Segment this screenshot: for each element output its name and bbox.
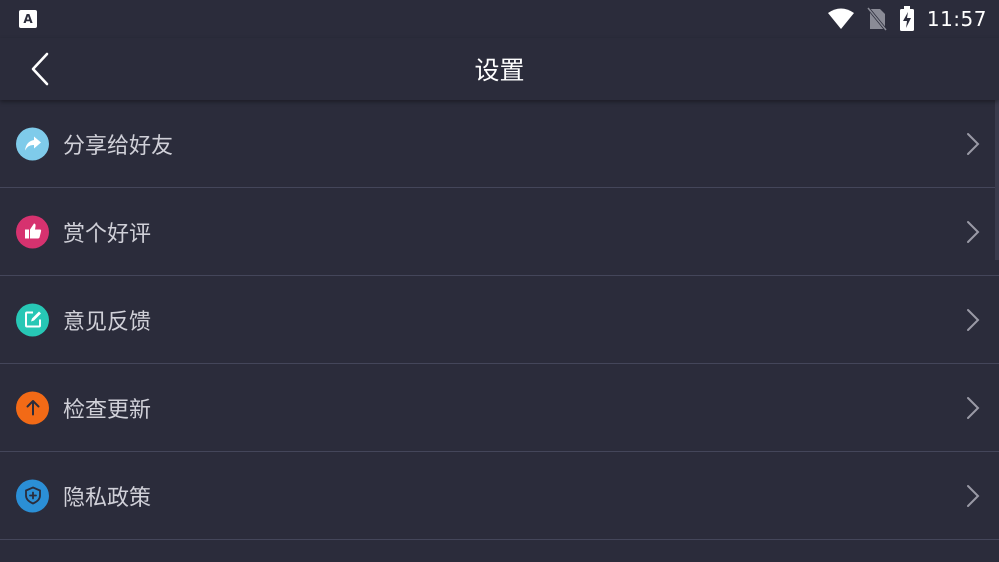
chevron-right-icon	[967, 484, 980, 507]
battery-charging-icon	[899, 6, 914, 31]
settings-item-share[interactable]: 分享给好友	[0, 100, 999, 188]
scrollbar[interactable]	[995, 100, 999, 260]
status-time: 11:57	[926, 7, 987, 31]
settings-item-rate[interactable]: 赏个好评	[0, 188, 999, 276]
chevron-right-icon	[967, 308, 980, 331]
no-sim-icon	[866, 7, 887, 31]
chevron-right-icon	[967, 132, 980, 155]
settings-item-label: 意见反馈	[63, 309, 152, 335]
settings-item-label: 分享给好友	[63, 133, 174, 159]
settings-item-privacy-policy[interactable]: 隐私政策	[0, 452, 999, 540]
share-icon	[16, 127, 49, 160]
settings-item-label: 赏个好评	[63, 221, 152, 247]
app-header: 设置	[0, 38, 999, 100]
chevron-right-icon	[967, 396, 980, 419]
settings-list: 分享给好友 赏个好评 意见反馈 检查更新 隐私政策	[0, 100, 999, 540]
wifi-icon	[827, 8, 854, 29]
edit-icon	[16, 303, 49, 336]
status-bar: A 11:57	[0, 0, 999, 38]
settings-screen: A 11:57 设置 分享给好友 赏个好评 意见反馈 检查更新 隐私政策	[0, 0, 999, 562]
settings-item-label: 隐私政策	[63, 485, 152, 511]
app-notification-icon: A	[19, 10, 37, 28]
settings-item-feedback[interactable]: 意见反馈	[0, 276, 999, 364]
arrow-up-icon	[16, 391, 49, 424]
thumbs-up-icon	[16, 215, 49, 248]
status-icons: 11:57	[827, 4, 987, 34]
settings-item-label: 检查更新	[63, 397, 152, 423]
chevron-right-icon	[967, 220, 980, 243]
settings-item-check-update[interactable]: 检查更新	[0, 364, 999, 452]
shield-icon	[16, 479, 49, 512]
page-title: 设置	[474, 56, 525, 85]
